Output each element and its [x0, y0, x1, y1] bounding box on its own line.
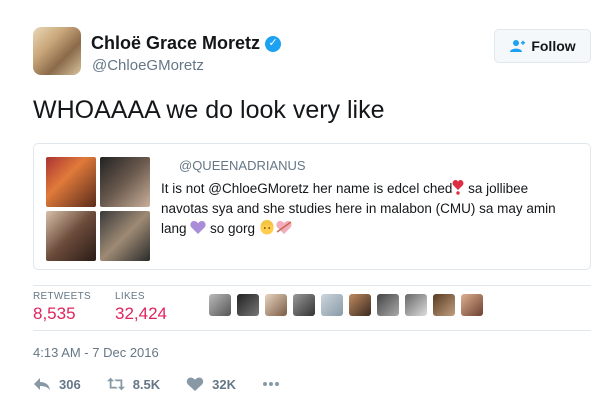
quoted-photo-4[interactable]: [100, 211, 150, 261]
liker-avatar[interactable]: [209, 294, 231, 316]
more-options-button[interactable]: [262, 376, 280, 392]
reply-count: 306: [59, 376, 81, 392]
retweets-label: RETWEETS: [33, 291, 91, 302]
quoted-photo-1[interactable]: [46, 157, 96, 207]
liker-avatar[interactable]: [405, 294, 427, 316]
verified-badge-icon: ✓: [265, 35, 282, 52]
liker-avatar[interactable]: [293, 294, 315, 316]
display-name-text[interactable]: Chloë Grace Moretz: [91, 33, 260, 54]
quoted-photo-2[interactable]: [100, 157, 150, 207]
likes-label: LIKES: [115, 291, 145, 302]
display-name[interactable]: Chloë Grace Moretz ✓: [91, 33, 282, 54]
liker-avatar[interactable]: [433, 294, 455, 316]
reply-icon: [34, 378, 50, 390]
retweet-count: 8.5K: [132, 376, 161, 392]
tweet-actions: 306 8.5K 32K: [33, 376, 306, 392]
liker-avatars: [209, 294, 483, 316]
exclamation-heart-icon: [452, 180, 464, 195]
likes-value: 32,424: [115, 304, 167, 323]
liker-avatar[interactable]: [461, 294, 483, 316]
follow-label: Follow: [531, 38, 576, 54]
engagement-stats: RETWEETS 8,535 LIKES 32,424: [33, 285, 591, 331]
retweet-icon: [106, 377, 125, 391]
liker-avatar[interactable]: [377, 294, 399, 316]
retweets-stat[interactable]: RETWEETS 8,535: [33, 291, 91, 324]
quoted-text-part-3: so gorg: [206, 221, 259, 236]
quoted-media-grid[interactable]: [46, 157, 152, 261]
quoted-text-part-1: It is not @ChloeGMoretz her name is edce…: [161, 181, 453, 196]
liker-avatar[interactable]: [321, 294, 343, 316]
like-count: 32K: [212, 376, 237, 392]
tweet-timestamp[interactable]: 4:13 AM - 7 Dec 2016: [33, 345, 159, 360]
liker-avatar[interactable]: [237, 294, 259, 316]
avatar[interactable]: [33, 27, 81, 75]
person-blond-hair-icon: [260, 220, 274, 235]
quoted-handle[interactable]: @QUEENADRIANUS: [179, 158, 306, 173]
heart-icon: [186, 377, 204, 391]
quoted-tweet-card[interactable]: @QUEENADRIANUS It is not @ChloeGMoretz h…: [33, 143, 591, 270]
follow-button[interactable]: Follow: [494, 29, 591, 63]
liker-avatar[interactable]: [349, 294, 371, 316]
tweet-text: WHOAAAA we do look very like: [33, 96, 385, 124]
heart-with-arrow-icon: [276, 221, 292, 234]
user-handle[interactable]: @ChloeGMoretz: [92, 57, 204, 74]
more-dots-icon: [263, 382, 280, 386]
retweet-button[interactable]: 8.5K: [106, 376, 161, 392]
add-user-icon: [510, 40, 526, 52]
quoted-photo-3[interactable]: [46, 211, 96, 261]
liker-avatar[interactable]: [265, 294, 287, 316]
purple-heart-icon: [190, 221, 206, 234]
quoted-text: It is not @ChloeGMoretz her name is edce…: [161, 179, 571, 239]
reply-button[interactable]: 306: [33, 376, 81, 392]
retweets-value: 8,535: [33, 304, 76, 323]
like-button[interactable]: 32K: [186, 376, 236, 392]
likes-stat[interactable]: LIKES 32,424: [115, 291, 167, 324]
